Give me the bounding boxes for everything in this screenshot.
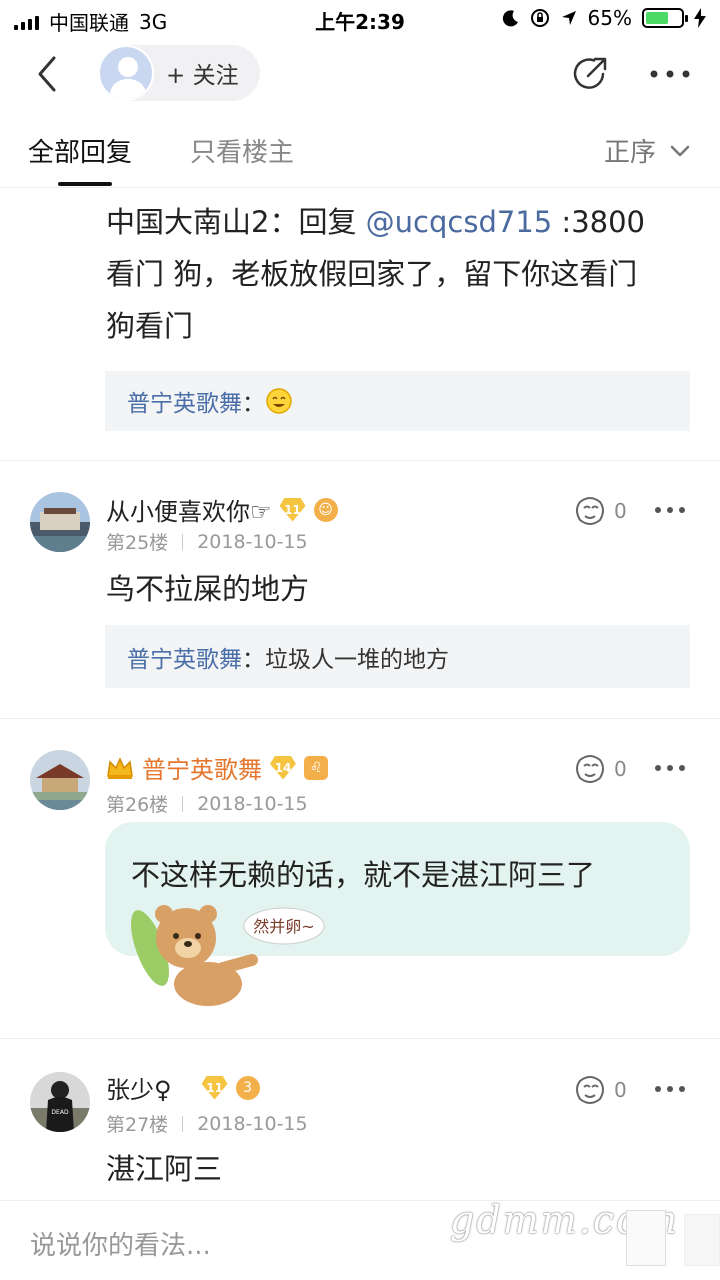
post-date: 2018-10-15 (197, 530, 308, 553)
sub-reply-author[interactable]: 普宁英歌舞 (127, 384, 242, 418)
post-more-icon[interactable] (654, 764, 686, 772)
like-button[interactable]: 0 (574, 1075, 627, 1105)
level-badge: 14 (270, 755, 296, 780)
zodiac-badge-icon: ♌ (304, 755, 328, 780)
battery-percent: 65% (587, 6, 632, 30)
post-divider (0, 460, 720, 461)
avatar[interactable] (30, 750, 90, 810)
rotation-lock-icon (530, 9, 549, 27)
svg-text:DEAD: DEAD (51, 1109, 69, 1116)
share-icon[interactable] (570, 54, 610, 94)
like-button[interactable]: 0 (574, 754, 627, 784)
back-arrow-icon[interactable] (30, 54, 66, 94)
like-button[interactable]: 0 (574, 496, 627, 526)
username-text: 张少♀ (106, 1076, 172, 1104)
reply-text-line3: 狗看门 (106, 309, 194, 343)
reply-text-line2: 看门 狗，老板放假回家了，留下你这看门 (106, 257, 638, 291)
avatar[interactable]: DEAD (30, 1072, 90, 1132)
floor-number: 第25楼 (106, 532, 169, 554)
sub-reply-separator: ： (242, 391, 265, 417)
level-badge: 11 (201, 1075, 228, 1100)
nav-bar: + 关注 (0, 38, 720, 110)
post-meta: 第25楼 2018-10-15 (106, 528, 308, 555)
battery-icon (642, 8, 688, 28)
like-count: 0 (614, 1078, 627, 1102)
status-bar: 中国联通 3G 上午2:39 65% (0, 0, 720, 38)
sub-reply-author[interactable]: 普宁英歌舞 (127, 640, 242, 674)
status-right: 65% (502, 6, 706, 30)
username[interactable]: 张少♀ 11 3 (106, 1070, 260, 1105)
level-badge: 11 (279, 497, 306, 522)
floor-number: 第27楼 (106, 1114, 169, 1136)
avatar[interactable] (30, 492, 90, 552)
post-meta: 第27楼 2018-10-15 (106, 1110, 308, 1137)
location-icon (561, 11, 576, 25)
post-content: 湛江阿三 (106, 1152, 223, 1186)
tab-underline (58, 182, 112, 186)
reply-content: 中国大南山2：回复 @ucqcsd715 :3800 看门 狗，老板放假回家了，… (106, 196, 645, 352)
image-thumbnail[interactable] (626, 1210, 666, 1266)
charging-icon (694, 8, 706, 28)
sub-reply-box[interactable]: 普宁英歌舞 ： (105, 371, 690, 431)
follow-button[interactable]: + 关注 (98, 45, 260, 101)
floor-number: 第26楼 (106, 794, 169, 816)
mention-link[interactable]: @ucqcsd715 (366, 205, 553, 239)
like-face-icon (576, 497, 604, 525)
more-icon[interactable] (650, 70, 690, 78)
post-more-icon[interactable] (654, 1085, 686, 1093)
post-more-icon[interactable] (654, 506, 686, 514)
like-face-icon (576, 1076, 604, 1104)
smile-emoji-icon (266, 388, 292, 414)
post-content: 鸟不拉屎的地方 (106, 572, 310, 606)
reply-word: ：回复 (269, 205, 366, 239)
post-meta: 第26楼 2018-10-15 (106, 790, 308, 817)
sub-reply-box[interactable]: 普宁英歌舞 ：垃圾人一堆的地方 (105, 625, 690, 688)
thread-owner-avatar (98, 45, 154, 101)
bear-sticker: 然并卵~ (131, 905, 325, 1006)
meta-separator (182, 795, 184, 812)
reply-text-line1: :3800 (552, 205, 646, 239)
sticker-thumbnail[interactable] (684, 1214, 720, 1266)
meta-separator (182, 1115, 184, 1132)
post-content: 不这样无赖的话，就不是湛江阿三了 (131, 858, 596, 892)
comment-input[interactable]: 说说你的看法... (30, 1225, 211, 1262)
crown-icon (107, 756, 133, 779)
like-count: 0 (614, 757, 627, 781)
member-badge-icon: ☺ (313, 497, 338, 522)
username[interactable]: 普宁英歌舞 14 ♌ (106, 750, 328, 785)
post-divider (0, 718, 720, 719)
tabs-divider (0, 187, 720, 188)
sub-reply-text: ：垃圾人一堆的地方 (242, 646, 449, 673)
tab-owner-only[interactable]: 只看楼主 (190, 132, 294, 169)
like-face-icon (576, 755, 604, 783)
tab-all-replies[interactable]: 全部回复 (28, 132, 132, 169)
member-badge-icon: 3 (235, 1075, 260, 1100)
like-count: 0 (614, 499, 627, 523)
follow-label: + 关注 (166, 63, 239, 89)
post-divider (0, 1038, 720, 1039)
username-text: 普宁英歌舞 (142, 756, 262, 784)
username-text: 从小便喜欢你☞ (106, 498, 272, 526)
moon-icon (502, 10, 518, 27)
post-date: 2018-10-15 (197, 792, 308, 815)
sort-label: 正序 (603, 138, 656, 168)
meta-separator (182, 533, 184, 550)
username[interactable]: 从小便喜欢你☞ 11 ☺ (106, 492, 338, 527)
reply-tabs: 全部回复 只看楼主 正序 (0, 110, 720, 188)
chevron-down-icon (670, 145, 690, 156)
sticker-caption: 然并卵~ (253, 917, 314, 936)
reply-author: 中国大南山2 (106, 205, 270, 239)
post-date: 2018-10-15 (197, 1112, 308, 1135)
sort-dropdown[interactable]: 正序 (604, 132, 690, 169)
